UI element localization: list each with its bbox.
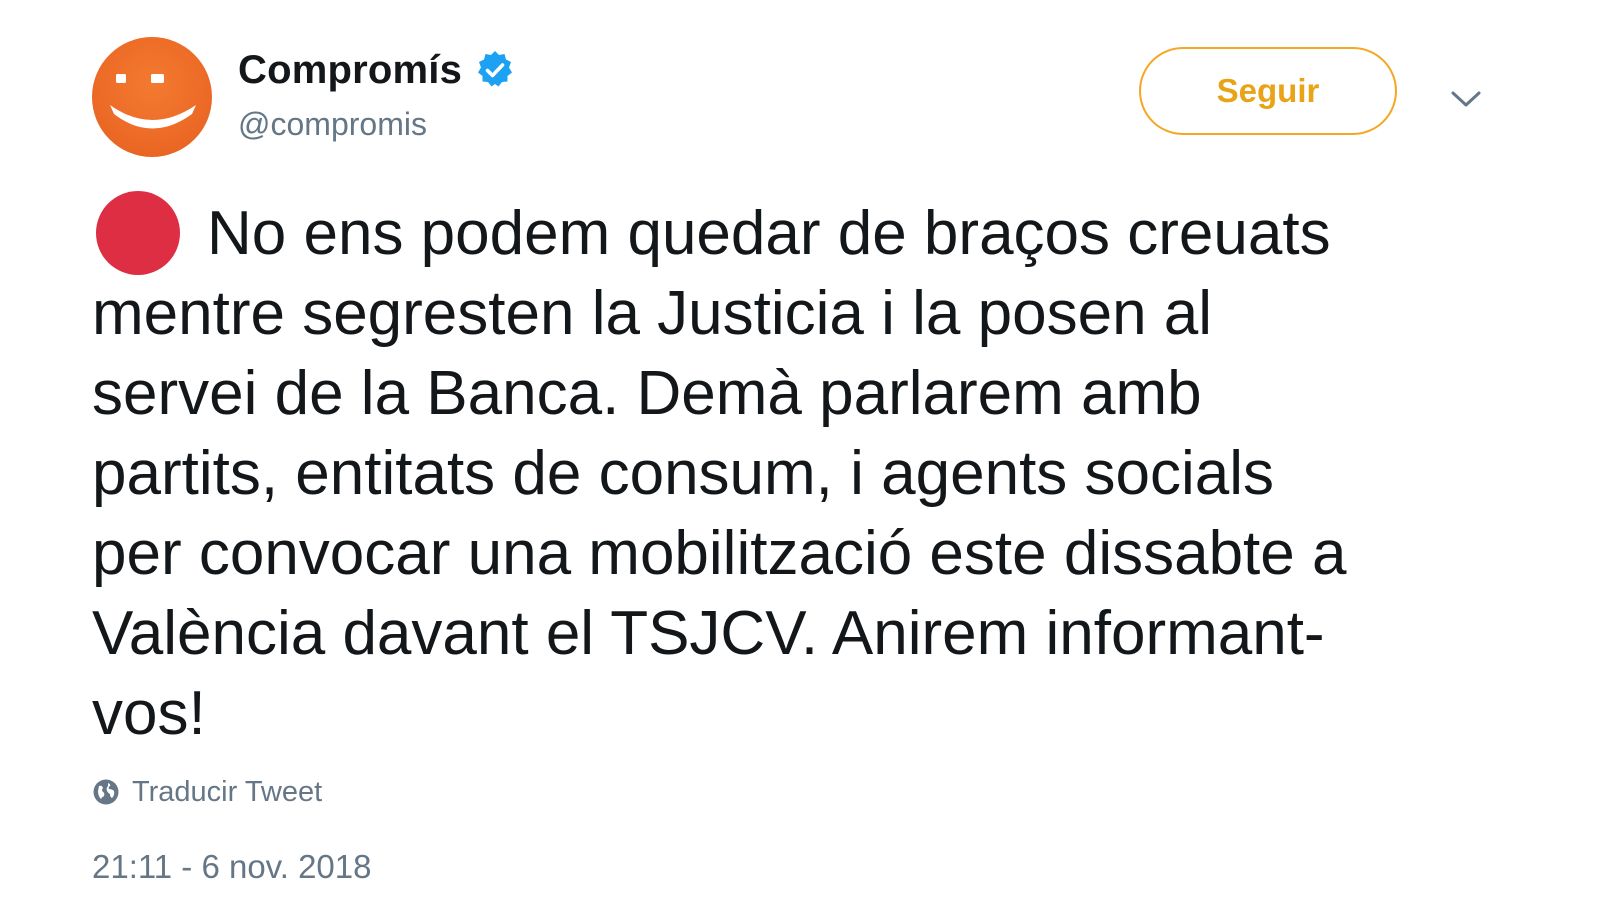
follow-button[interactable]: Seguir xyxy=(1139,47,1397,135)
tweet-text-line: València davant el TSJCV. Anirem informa… xyxy=(92,599,1325,668)
chevron-down-icon[interactable] xyxy=(1446,84,1486,114)
globe-icon xyxy=(92,778,120,806)
verified-badge-icon xyxy=(474,49,516,91)
translate-tweet-link[interactable]: Traducir Tweet xyxy=(92,774,322,810)
tweet-timestamp[interactable]: 21:11 - 6 nov. 2018 xyxy=(92,848,372,886)
tweet-text-line: partits, entitats de consum, i agents so… xyxy=(92,439,1275,508)
tweet-card: Compromís @compromis Seguir No ens podem… xyxy=(0,0,1600,900)
author-name-row: Compromís xyxy=(238,44,516,96)
author-handle[interactable]: @compromis xyxy=(238,106,427,143)
avatar[interactable] xyxy=(92,37,212,157)
tweet-text-line: mentre segresten la Justicia i la posen … xyxy=(92,279,1213,348)
tweet-text: No ens podem quedar de braços creuats me… xyxy=(92,194,1512,754)
tweet-text-line: No ens podem quedar de braços creuats xyxy=(92,194,1512,274)
tweet-text-line: per convocar una mobilització este dissa… xyxy=(92,519,1347,588)
tweet-text-line: vos! xyxy=(92,679,206,748)
tweet-text-line-content: No ens podem quedar de braços creuats xyxy=(207,199,1331,268)
translate-tweet-label: Traducir Tweet xyxy=(132,775,323,808)
author-display-name[interactable]: Compromís xyxy=(238,48,462,93)
smiley-logo-icon xyxy=(110,74,196,129)
tweet-text-line: servei de la Banca. Demà parlarem amb xyxy=(92,359,1202,428)
